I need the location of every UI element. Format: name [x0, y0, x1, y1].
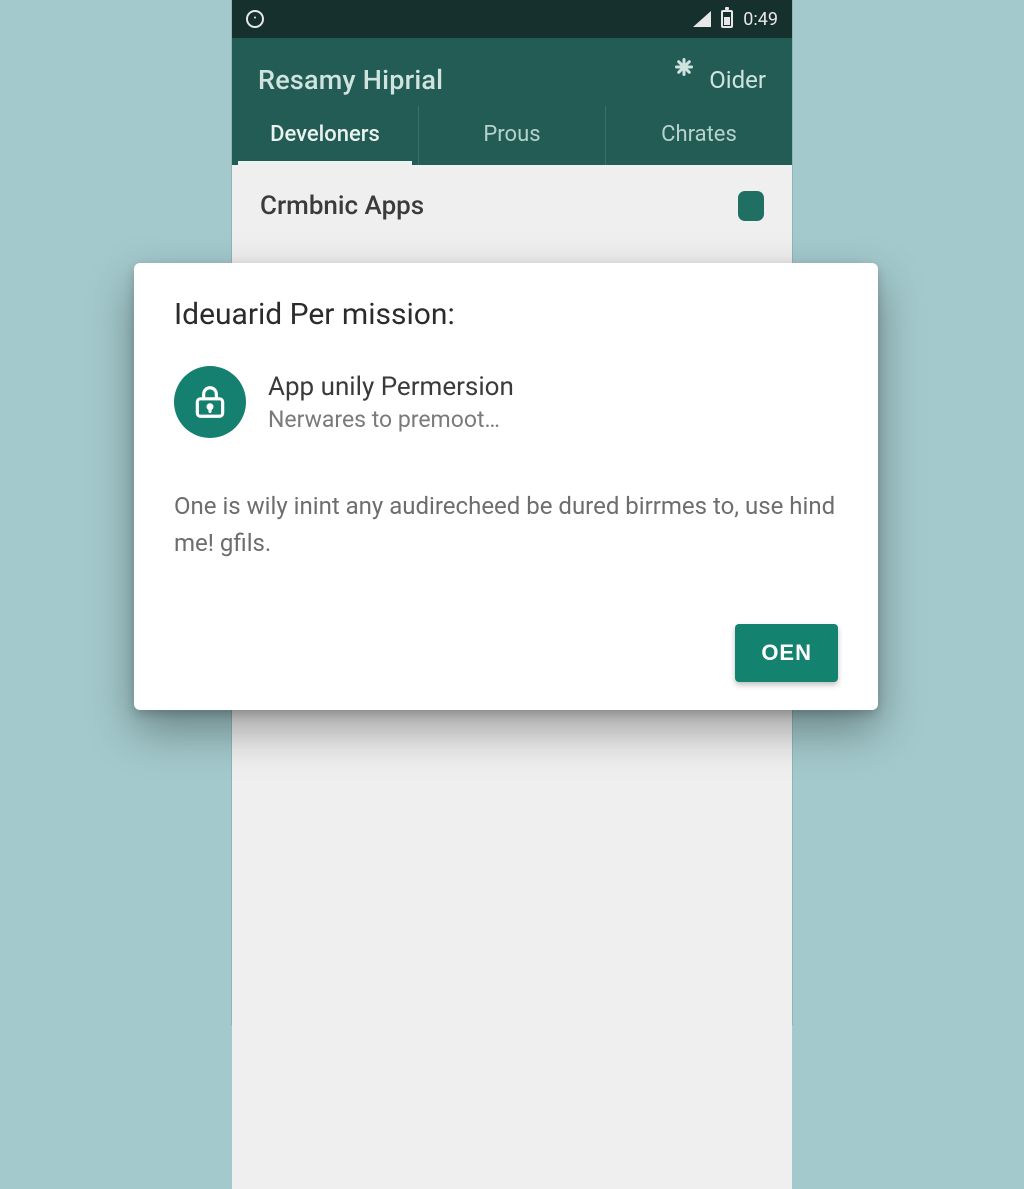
loading-icon [671, 67, 697, 93]
dialog-title: Ideuarid Per mission: [174, 297, 838, 332]
permission-row: App unily Permersion Nerwares to premoot… [174, 366, 838, 438]
lock-icon [174, 366, 246, 438]
app-bar: Resamy Hiprial Oider [232, 38, 792, 106]
tab-prous[interactable]: Prous [419, 106, 606, 165]
tab-label: Prous [483, 122, 540, 147]
permission-name: App unily Permersion [268, 372, 514, 402]
appbar-action-label: Oider [709, 66, 766, 94]
appbar-action[interactable]: Oider [671, 66, 766, 94]
section-header: Crmbnic Apps [232, 165, 792, 235]
dialog-actions: OEN [174, 624, 838, 682]
tab-label: Chrates [661, 122, 737, 147]
app-title: Resamy Hiprial [258, 64, 443, 96]
signal-icon [693, 11, 711, 27]
status-bar: • 0:49 [232, 0, 792, 38]
section-title: Crmbnic Apps [260, 191, 424, 221]
tab-developers[interactable]: Develoners [232, 106, 419, 165]
permission-subtitle: Nerwares to premoot… [268, 406, 514, 433]
section-toggle[interactable] [738, 191, 764, 221]
tab-label: Develoners [270, 122, 380, 147]
dialog-body: One is wily inint any audirecheed be dur… [174, 488, 838, 562]
notification-icon: • [246, 10, 264, 28]
tab-chrates[interactable]: Chrates [606, 106, 792, 165]
tab-bar: Develoners Prous Chrates [232, 106, 792, 165]
clock: 0:49 [743, 9, 778, 30]
battery-icon [721, 10, 733, 28]
confirm-button[interactable]: OEN [735, 624, 838, 682]
permission-dialog: Ideuarid Per mission: App unily Permersi… [134, 263, 878, 710]
